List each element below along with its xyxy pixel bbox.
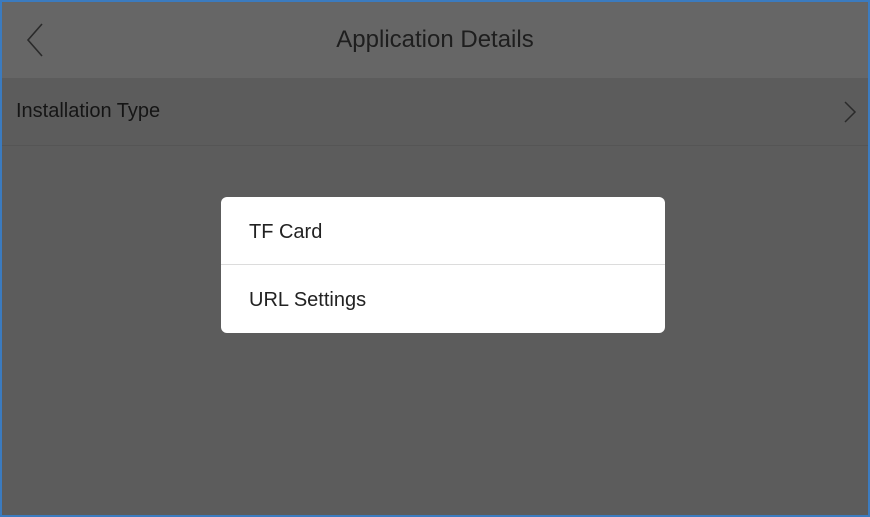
chevron-right-icon xyxy=(842,100,858,124)
option-tf-card[interactable]: TF Card xyxy=(221,197,665,265)
installation-type-dialog: TF Card URL Settings xyxy=(221,197,665,333)
option-url-settings[interactable]: URL Settings xyxy=(221,265,665,332)
top-bar: Application Details xyxy=(2,2,868,78)
app-screen: Application Details Installation Type TF… xyxy=(0,0,870,517)
installation-type-row[interactable]: Installation Type xyxy=(2,78,868,146)
installation-type-label: Installation Type xyxy=(16,100,161,122)
page-title: Application Details xyxy=(336,26,534,53)
